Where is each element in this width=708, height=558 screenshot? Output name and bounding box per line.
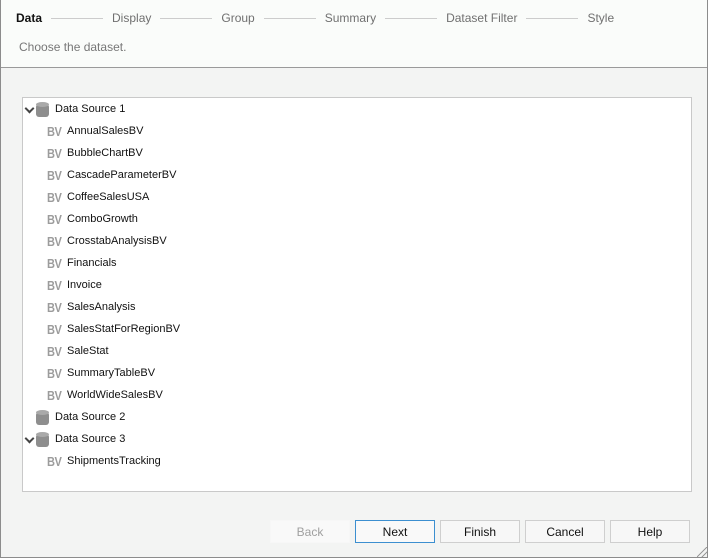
- business-view-icon: BV: [47, 277, 62, 293]
- step-connector: [526, 17, 579, 19]
- business-view-icon: BV: [47, 299, 62, 315]
- chevron-down-icon[interactable]: [24, 103, 35, 115]
- tree-node-label: BubbleChartBV: [67, 147, 143, 159]
- business-view-icon: BV: [47, 211, 62, 227]
- step-connector: [263, 17, 316, 19]
- tree-node-label: CoffeeSalesUSA: [67, 191, 150, 203]
- business-view-icon: BV: [47, 387, 62, 403]
- tree-node-label: SummaryTableBV: [67, 367, 156, 379]
- help-button[interactable]: Help: [610, 520, 690, 543]
- tree-node-label: ComboGrowth: [67, 213, 138, 225]
- tree-node-data-source[interactable]: Data Source 3: [24, 428, 125, 450]
- tree-node-dataset[interactable]: BV CoffeeSalesUSA: [47, 186, 149, 208]
- tree-node-label: ShipmentsTracking: [67, 455, 161, 467]
- tree-node-label: WorldWideSalesBV: [67, 389, 163, 401]
- tree-node-data-source[interactable]: Data Source 2: [24, 406, 125, 428]
- tree-node-label: CrosstabAnalysisBV: [67, 235, 167, 247]
- tree-node-dataset[interactable]: BV SalesStatForRegionBV: [47, 318, 180, 340]
- tree-node-label: Data Source 3: [55, 433, 126, 445]
- back-button[interactable]: Back: [270, 520, 350, 543]
- next-button[interactable]: Next: [355, 520, 435, 543]
- tree-node-dataset[interactable]: BV BubbleChartBV: [47, 142, 143, 164]
- step-group: Group: [221, 11, 255, 25]
- business-view-icon: BV: [47, 365, 62, 381]
- tree-node-label: Invoice: [67, 279, 102, 291]
- tree-node-dataset[interactable]: BV SaleStat: [47, 340, 109, 362]
- chevron-down-icon[interactable]: [24, 433, 35, 445]
- wizard-steps: Data Display Group Summary Dataset Filte…: [16, 11, 614, 25]
- tree-node-dataset[interactable]: BV SummaryTableBV: [47, 362, 155, 384]
- resize-grip-icon[interactable]: [697, 547, 707, 557]
- wizard-header: Data Display Group Summary Dataset Filte…: [1, 0, 707, 68]
- step-display: Display: [112, 11, 152, 25]
- step-description: Choose the dataset.: [19, 40, 127, 54]
- step-data: Data: [16, 11, 43, 25]
- tree-node-label: Data Source 1: [55, 103, 126, 115]
- business-view-icon: BV: [47, 167, 62, 183]
- tree-node-dataset[interactable]: BV Financials: [47, 252, 117, 274]
- tree-node-dataset[interactable]: BV WorldWideSalesBV: [47, 384, 163, 406]
- step-dataset-filter: Dataset Filter: [446, 11, 518, 25]
- finish-button[interactable]: Finish: [440, 520, 520, 543]
- tree-node-label: Data Source 2: [55, 411, 126, 423]
- tree-node-dataset[interactable]: BV AnnualSalesBV: [47, 120, 143, 142]
- database-icon: [36, 101, 49, 117]
- tree-node-dataset[interactable]: BV CrosstabAnalysisBV: [47, 230, 167, 252]
- step-style: Style: [587, 11, 615, 25]
- tree-node-label: CascadeParameterBV: [67, 169, 177, 181]
- tree-node-label: SaleStat: [67, 345, 109, 357]
- dataset-tree[interactable]: Data Source 1 BV AnnualSalesBV BV BubbleChar…: [22, 97, 692, 492]
- tree-node-label: AnnualSalesBV: [67, 125, 144, 137]
- business-view-icon: BV: [47, 123, 62, 139]
- tree-node-dataset[interactable]: BV ShipmentsTracking: [47, 450, 161, 472]
- step-summary: Summary: [324, 11, 377, 25]
- tree-node-label: Financials: [67, 257, 117, 269]
- tree-node-label: SalesAnalysis: [67, 301, 136, 313]
- business-view-icon: BV: [47, 453, 62, 469]
- step-connector: [51, 17, 104, 19]
- tree-node-dataset[interactable]: BV ComboGrowth: [47, 208, 138, 230]
- step-connector: [385, 17, 438, 19]
- database-icon: [36, 409, 49, 425]
- tree-node-dataset[interactable]: BV SalesAnalysis: [47, 296, 135, 318]
- tree-node-label: SalesStatForRegionBV: [67, 323, 181, 335]
- business-view-icon: BV: [47, 145, 62, 161]
- business-view-icon: BV: [47, 255, 62, 271]
- business-view-icon: BV: [47, 189, 62, 205]
- business-view-icon: BV: [47, 233, 62, 249]
- database-icon: [36, 431, 49, 447]
- business-view-icon: BV: [47, 343, 62, 359]
- business-view-icon: BV: [47, 321, 62, 337]
- cancel-button[interactable]: Cancel: [525, 520, 605, 543]
- tree-node-dataset[interactable]: BV Invoice: [47, 274, 102, 296]
- tree-node-data-source[interactable]: Data Source 1: [24, 98, 125, 120]
- tree-node-dataset[interactable]: BV CascadeParameterBV: [47, 164, 176, 186]
- step-connector: [160, 17, 213, 19]
